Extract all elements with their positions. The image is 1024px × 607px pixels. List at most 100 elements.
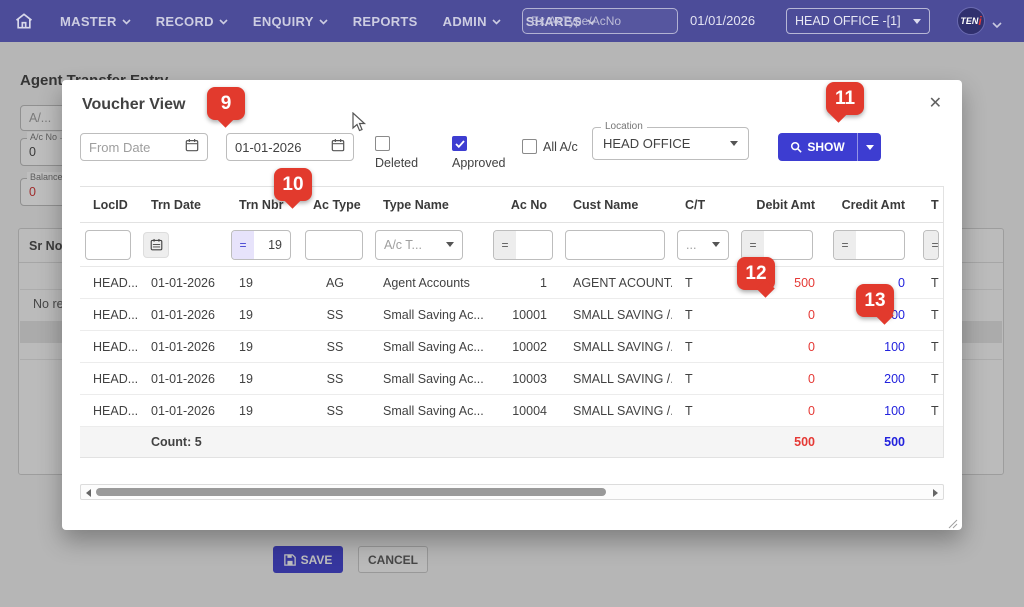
- equals-operator-chip[interactable]: =: [742, 230, 764, 259]
- show-button-group: SHOW: [778, 133, 881, 161]
- scroll-right-icon[interactable]: [933, 489, 938, 497]
- filter-trn-nbr-box[interactable]: = 19: [231, 229, 291, 260]
- col-ac-no[interactable]: Ac No: [488, 198, 560, 212]
- all-ac-checkbox[interactable]: [522, 139, 537, 154]
- col-ac-type[interactable]: Ac Type: [300, 198, 370, 212]
- col-ct[interactable]: C/T: [672, 198, 736, 212]
- cell-truncated: T: [931, 275, 939, 290]
- cell-ct: T: [685, 339, 693, 354]
- equals-operator-chip[interactable]: =: [834, 230, 856, 259]
- business-date: 01/01/2026: [690, 13, 756, 28]
- approved-filter: Approved: [452, 136, 506, 170]
- to-date-input[interactable]: [235, 139, 331, 155]
- chevron-down-icon: [730, 141, 738, 146]
- cell-cust-name: SMALL SAVING /...: [573, 371, 672, 386]
- chevron-down-icon: [865, 144, 874, 150]
- menu-admin[interactable]: ADMIN: [443, 14, 501, 29]
- show-dropdown-button[interactable]: [857, 133, 881, 161]
- branch-selector-value: HEAD OFFICE -[1]: [795, 14, 901, 28]
- logo-text: TEN: [960, 16, 979, 26]
- calendar-icon[interactable]: [185, 138, 199, 157]
- equals-operator-chip[interactable]: =: [924, 230, 938, 259]
- table-filter-row: = 19 A/c T... = ... = = =: [80, 223, 943, 267]
- calendar-icon[interactable]: [331, 138, 345, 157]
- cell-ac-type: AG: [325, 275, 345, 290]
- deleted-label: Deleted: [375, 156, 419, 170]
- cell-ct: T: [685, 403, 693, 418]
- cell-trn-nbr: 19: [239, 403, 253, 418]
- menu-enquiry[interactable]: ENQUIRY: [253, 14, 328, 29]
- scroll-left-icon[interactable]: [86, 489, 91, 497]
- annotation-marker-11: 11: [826, 82, 864, 123]
- show-button[interactable]: SHOW: [778, 133, 857, 161]
- annotation-marker-9: 9: [207, 87, 245, 128]
- filter-debit-box[interactable]: =: [741, 229, 813, 260]
- horizontal-scrollbar[interactable]: [80, 484, 944, 500]
- cell-ac-no: 10004: [512, 403, 547, 418]
- location-select[interactable]: Location HEAD OFFICE: [592, 121, 749, 160]
- table-row[interactable]: HEAD... 01-01-2026 19 SS Small Saving Ac…: [80, 363, 943, 395]
- filter-credit-box[interactable]: =: [833, 229, 905, 260]
- deleted-checkbox[interactable]: [375, 136, 390, 151]
- chevron-down-icon: [446, 242, 454, 247]
- filter-trn-nbr-value[interactable]: 19: [254, 238, 290, 252]
- equals-operator-chip[interactable]: =: [232, 230, 254, 259]
- resize-handle[interactable]: [948, 516, 958, 529]
- filter-ac-type-input[interactable]: [306, 237, 362, 252]
- menu-master[interactable]: MASTER: [60, 14, 131, 29]
- all-ac-filter: All A/c: [522, 139, 578, 154]
- cell-type-name: Small Saving Ac...: [383, 307, 484, 322]
- scrollbar-thumb[interactable]: [96, 488, 606, 496]
- modal-title: Voucher View: [82, 96, 186, 113]
- search-input[interactable]: [523, 9, 677, 33]
- row-count: Count: 5: [151, 435, 202, 449]
- menu-record[interactable]: RECORD: [156, 14, 228, 29]
- app-logo[interactable]: TEN i: [957, 7, 985, 35]
- col-trn-date[interactable]: Trn Date: [138, 198, 226, 212]
- location-legend: Location: [601, 121, 647, 132]
- show-button-label: SHOW: [807, 140, 845, 154]
- chevron-down-icon: [319, 18, 328, 25]
- cell-type-name: Agent Accounts: [383, 275, 470, 290]
- cell-ct: T: [685, 307, 693, 322]
- cell-truncated: T: [931, 403, 939, 418]
- col-type-name[interactable]: Type Name: [370, 198, 488, 212]
- marker-number: 12: [745, 262, 767, 284]
- filter-truncated-box[interactable]: =: [923, 229, 939, 260]
- col-truncated[interactable]: T: [918, 198, 944, 212]
- logo-accent: i: [978, 14, 982, 28]
- cell-credit: 200: [884, 371, 905, 386]
- filter-cust-name-input[interactable]: [566, 237, 664, 252]
- filter-locid-input[interactable]: [86, 237, 130, 252]
- cell-locid: HEAD...: [93, 339, 138, 354]
- cell-truncated: T: [931, 371, 939, 386]
- col-debit-amt[interactable]: Debit Amt: [736, 198, 828, 212]
- filter-type-name-select[interactable]: A/c T...: [375, 229, 463, 260]
- filter-ct-select[interactable]: ...: [677, 229, 729, 260]
- filter-trn-date-calendar-button[interactable]: [143, 231, 169, 258]
- from-date-input[interactable]: [89, 139, 185, 155]
- menu-master-label: MASTER: [60, 13, 117, 29]
- table-row[interactable]: HEAD... 01-01-2026 19 SS Small Saving Ac…: [80, 395, 943, 427]
- table-row[interactable]: HEAD... 01-01-2026 19 SS Small Saving Ac…: [80, 331, 943, 363]
- table-row[interactable]: HEAD... 01-01-2026 19 AG Agent Accounts …: [80, 267, 943, 299]
- close-icon[interactable]: ✕: [929, 96, 942, 112]
- cell-credit: 100: [884, 403, 905, 418]
- filter-ac-no-box[interactable]: =: [493, 229, 553, 260]
- from-date-field[interactable]: [80, 133, 208, 161]
- table-row[interactable]: HEAD... 01-01-2026 19 SS Small Saving Ac…: [80, 299, 943, 331]
- ct-placeholder: ...: [686, 237, 697, 252]
- menu-reports[interactable]: REPORTS: [353, 14, 418, 29]
- col-credit-amt[interactable]: Credit Amt: [828, 198, 918, 212]
- marker-number: 13: [864, 289, 886, 311]
- approved-checkbox[interactable]: [452, 136, 467, 151]
- profile-chevron-icon[interactable]: [992, 16, 1002, 34]
- cell-credit: 100: [884, 339, 905, 354]
- col-locid[interactable]: LocID: [80, 198, 138, 212]
- home-icon[interactable]: [14, 11, 34, 31]
- equals-operator-chip[interactable]: =: [494, 230, 516, 259]
- branch-selector[interactable]: HEAD OFFICE -[1]: [786, 8, 930, 34]
- col-cust-name[interactable]: Cust Name: [560, 198, 672, 212]
- to-date-field[interactable]: [226, 133, 354, 161]
- menu-enquiry-label: ENQUIRY: [252, 13, 314, 29]
